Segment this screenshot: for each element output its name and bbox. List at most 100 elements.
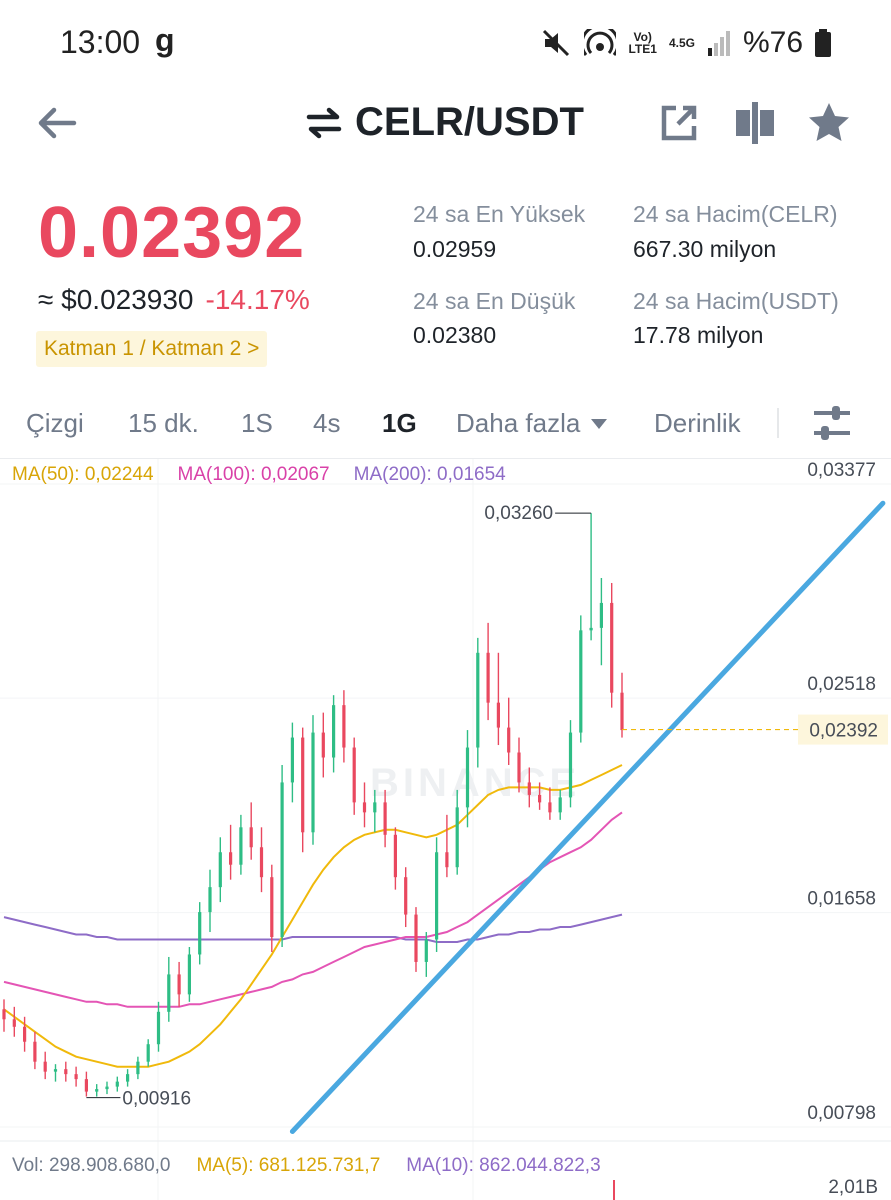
candle-body xyxy=(486,652,490,703)
candle-body xyxy=(568,732,573,798)
signal-icon xyxy=(707,31,730,56)
low-24h-label: 24 sa En Düşük xyxy=(413,288,576,314)
mute-icon xyxy=(543,29,570,57)
ma50-legend: MA(50): 0,02244 xyxy=(12,464,154,485)
candle-body xyxy=(342,705,346,748)
candle-body xyxy=(187,954,191,995)
volume-ma10: MA(10): 862.044.822,3 xyxy=(406,1155,601,1176)
candle-body xyxy=(301,737,305,833)
candle-body xyxy=(239,827,243,865)
candle-body xyxy=(404,877,408,915)
trendline xyxy=(289,500,886,1134)
price-axis-label: 0,02518 xyxy=(807,674,876,695)
clock: 13:00 xyxy=(60,24,141,60)
volume-scale: 2,01B xyxy=(828,1177,878,1198)
back-arrow-icon[interactable] xyxy=(34,100,80,146)
split-view-icon[interactable] xyxy=(732,100,778,146)
tab-1d[interactable]: 1G xyxy=(382,408,417,439)
battery-text: %76 xyxy=(742,26,803,59)
candle-body xyxy=(362,802,367,813)
network-type: 4.5G xyxy=(668,36,695,50)
candle-body xyxy=(589,627,593,631)
candle-body xyxy=(218,852,222,888)
candle-body xyxy=(507,727,511,753)
star-icon[interactable] xyxy=(806,100,852,146)
candle-body xyxy=(445,852,449,868)
volume-quote-value: 17.78 milyon xyxy=(633,322,764,348)
high-24h-label: 24 sa En Yüksek xyxy=(413,201,586,227)
candle-body xyxy=(527,782,531,795)
price-axis-label: 0,01658 xyxy=(807,889,876,910)
candle-body xyxy=(2,1009,6,1020)
tab-line[interactable]: Çizgi xyxy=(26,408,84,439)
caret-down-icon xyxy=(591,418,608,429)
candle-body xyxy=(455,807,459,868)
chart-settings-icon[interactable] xyxy=(812,405,852,441)
tab-more[interactable]: Daha fazla xyxy=(456,408,608,439)
high-24h-value: 0.02959 xyxy=(413,236,497,262)
candle-body xyxy=(558,797,562,813)
candle-body xyxy=(167,974,171,1012)
price-axis-label: 0,03377 xyxy=(807,460,876,481)
candle-body xyxy=(332,705,336,758)
volte-icon: Vo) LTE1 xyxy=(628,30,657,56)
candle-body xyxy=(270,877,274,938)
price-change-percent: -14.17% xyxy=(205,284,310,315)
layer-tag-link[interactable]: Katman 1 / Katman 2 > xyxy=(36,331,268,367)
candle-body xyxy=(517,752,521,783)
candle-body xyxy=(84,1079,88,1092)
candle-body xyxy=(115,1081,119,1087)
usd-equivalent-line: ≈ $0.023930 -14.17% xyxy=(38,284,310,316)
candle-body xyxy=(95,1089,99,1092)
candle-body xyxy=(465,747,470,808)
tab-4h[interactable]: 4s xyxy=(313,408,340,439)
status-icons: Vo) LTE1 4.5G %76 xyxy=(542,26,831,60)
timeframe-tabs: Çizgi 15 dk. 1S 4s 1G Daha fazla Derinli… xyxy=(0,400,891,452)
ma200-legend: MA(200): 0,01654 xyxy=(353,464,506,485)
candle-body xyxy=(229,852,233,865)
pair-title: CELR/USDT xyxy=(355,100,584,144)
candle-body xyxy=(136,1061,140,1075)
tab-15m[interactable]: 15 dk. xyxy=(128,408,199,439)
candle-body xyxy=(105,1086,109,1090)
trendline-group xyxy=(289,500,886,1134)
ma100-legend: MA(100): 0,02067 xyxy=(177,464,330,485)
candle-body xyxy=(383,802,387,835)
candle-body xyxy=(126,1074,130,1082)
volume-value: Vol: 298.908.680,0 xyxy=(12,1155,171,1176)
price-annotations: 0,03260 0,00916 xyxy=(86,503,592,1110)
candle-body xyxy=(548,802,552,813)
candle-body xyxy=(321,732,325,758)
candle-body xyxy=(579,630,583,733)
volume-base-label: 24 sa Hacim(CELR) xyxy=(633,201,838,227)
candle-body xyxy=(146,1044,150,1062)
pair-selector[interactable]: CELR/USDT xyxy=(305,100,584,145)
candle-body xyxy=(393,834,397,878)
volume-quote-label: 24 sa Hacim(USDT) xyxy=(633,288,839,314)
low-24h-value: 0.02380 xyxy=(413,322,497,348)
candle-body xyxy=(177,974,181,995)
price-axis-label: 0,00798 xyxy=(807,1103,876,1124)
candle-body xyxy=(538,794,542,803)
candle-body xyxy=(373,802,377,813)
candle-body xyxy=(53,1069,58,1072)
tab-more-label: Daha fazla xyxy=(456,408,581,438)
share-icon[interactable] xyxy=(656,100,702,146)
candle-body xyxy=(198,912,202,955)
candle-body xyxy=(496,702,500,728)
tab-1h[interactable]: 1S xyxy=(241,408,273,439)
candle-body xyxy=(476,652,480,748)
candle-body xyxy=(12,1019,16,1027)
ma-legend: MA(50): 0,02244 MA(100): 0,02067 MA(200)… xyxy=(12,464,506,486)
candle-body xyxy=(23,1026,27,1042)
candlestick-chart[interactable]: BINANCE 0,03260 0,00916 0,033770,025180,… xyxy=(0,459,891,1200)
candle-body xyxy=(435,852,439,940)
usd-equivalent: ≈ $0.023930 xyxy=(38,284,194,315)
candle-body xyxy=(64,1069,68,1075)
candle-body xyxy=(74,1074,78,1080)
candle-body xyxy=(280,782,284,938)
tab-depth[interactable]: Derinlik xyxy=(654,408,741,439)
price-axis: 0,03377 0,02518 0,01658 0,00798 xyxy=(807,460,876,1124)
candle-body xyxy=(610,602,614,693)
volume-base-value: 667.30 milyon xyxy=(633,236,777,262)
